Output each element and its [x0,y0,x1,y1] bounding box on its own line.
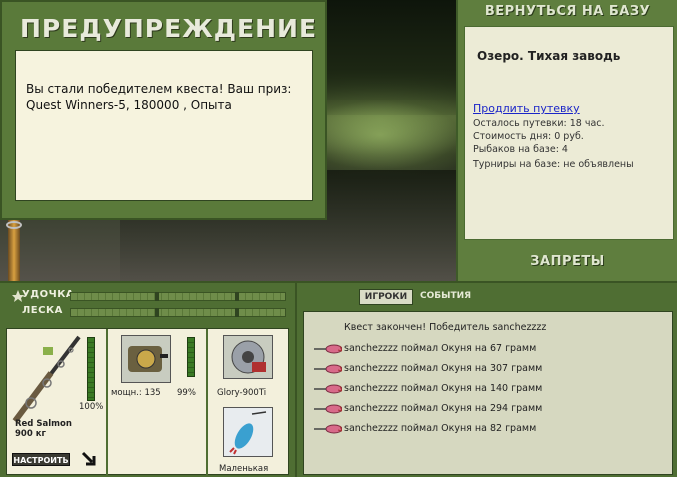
rod-weight: 900 кг [15,429,46,439]
event-item: sanchezzzz поймал Окуня на 294 грамм [344,403,543,414]
line-tension-bar [70,308,286,317]
warning-message-line-1: Вы стали победителем квеста! Ваш приз: [26,82,292,96]
tab-players[interactable]: ИГРОКИ [359,289,413,305]
reel-power: мощн.: 135 [111,388,161,398]
bans-button[interactable]: ЗАПРЕТЫ [458,250,677,274]
lure-icon [314,344,342,354]
event-item: sanchezzzz поймал Окуня на 82 грамм [344,423,537,434]
extend-permit-link[interactable]: Продлить путевку [473,102,580,115]
lure-icon [314,424,342,434]
base-panel: ВЕРНУТЬСЯ НА БАЗУ Озеро. Тихая заводь Пр… [456,0,677,281]
fishing-line-icon[interactable] [223,335,273,379]
rod-condition-bar [87,337,95,401]
tackle-box: 100% Red Salmon 900 кг НАСТРОИТЬ мощн.: … [6,328,289,476]
event-header: Квест закончен! Победитель sanchezzzz [344,322,547,333]
events-panel: ИГРОКИ СОБЫТИЯ Квест закончен! Победител… [295,281,677,477]
line-meter-label: ЛЕСКА [22,305,63,316]
fishing-rod-icon[interactable] [11,333,83,425]
event-item: sanchezzzz поймал Окуня на 67 грамм [344,343,537,354]
lure-name: Маленькая [219,464,269,474]
day-cost: Стоимость дня: 0 руб. [473,131,584,142]
warning-message-box: Вы стали победителем квеста! Ваш приз: Q… [15,50,313,201]
spoon-lure-icon[interactable] [223,407,273,457]
rod-condition: 100% [79,402,104,412]
reel-icon[interactable] [121,335,171,383]
event-item: sanchezzzz поймал Окуня на 140 грамм [344,383,543,394]
fishers-count: Рыбаков на базе: 4 [473,144,568,155]
warning-title: ПРЕДУПРЕЖДЕНИЕ [20,14,318,43]
arrow-down-right-icon[interactable] [81,451,97,467]
reel-condition: 99% [177,388,196,398]
return-to-base-button[interactable]: ВЕРНУТЬСЯ НА БАЗУ [458,0,677,24]
setup-button[interactable]: НАСТРОИТЬ [12,453,70,466]
tackle-panel: УДОЧКА ЛЕСКА 100% Red Salmon 900 кг НАСТ… [0,281,295,477]
lure-icon [314,404,342,414]
rod-tension-bar [70,292,286,301]
tournaments-status: Турниры на базе: не объявлены [473,159,634,170]
lure-icon [314,384,342,394]
permit-left: Осталось путевки: 18 час. [473,118,605,129]
lake-name: Озеро. Тихая заводь [477,49,621,63]
rod-meter-label: УДОЧКА [22,289,75,300]
event-log: Квест закончен! Победитель sanchezzzz sa… [303,311,673,475]
rod-name: Red Salmon [15,419,72,429]
base-info-box: Озеро. Тихая заводь Продлить путевку Ост… [464,26,674,240]
tab-events[interactable]: СОБЫТИЯ [420,291,471,301]
warning-dialog: ПРЕДУПРЕЖДЕНИЕ Вы стали победителем квес… [0,0,327,220]
rod-tip-icon [6,215,22,281]
line-name: Glory-900Ti [217,388,267,398]
event-item: sanchezzzz поймал Окуня на 307 грамм [344,363,543,374]
warning-message-line-2: Quest Winners-5, 180000 , Опыта [26,98,232,112]
reel-condition-bar [187,337,195,377]
lure-icon [314,364,342,374]
